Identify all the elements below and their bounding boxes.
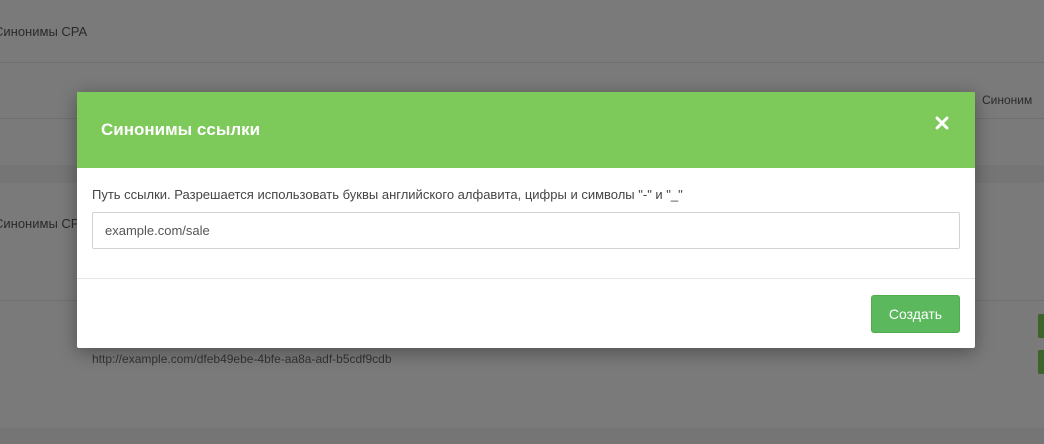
create-button[interactable]: Создать bbox=[871, 295, 960, 333]
link-synonyms-modal: Синонимы ссылки Путь ссылки. Разрешается… bbox=[77, 92, 975, 348]
link-path-input[interactable] bbox=[92, 212, 960, 249]
link-path-label: Путь ссылки. Разрешается использовать бу… bbox=[92, 187, 683, 202]
close-button[interactable] bbox=[935, 116, 953, 134]
modal-body: Путь ссылки. Разрешается использовать бу… bbox=[77, 168, 975, 279]
modal-header: Синонимы ссылки bbox=[77, 92, 975, 168]
modal-footer: Создать bbox=[77, 279, 975, 348]
modal-title: Синонимы ссылки bbox=[101, 120, 261, 139]
close-icon bbox=[935, 116, 949, 130]
